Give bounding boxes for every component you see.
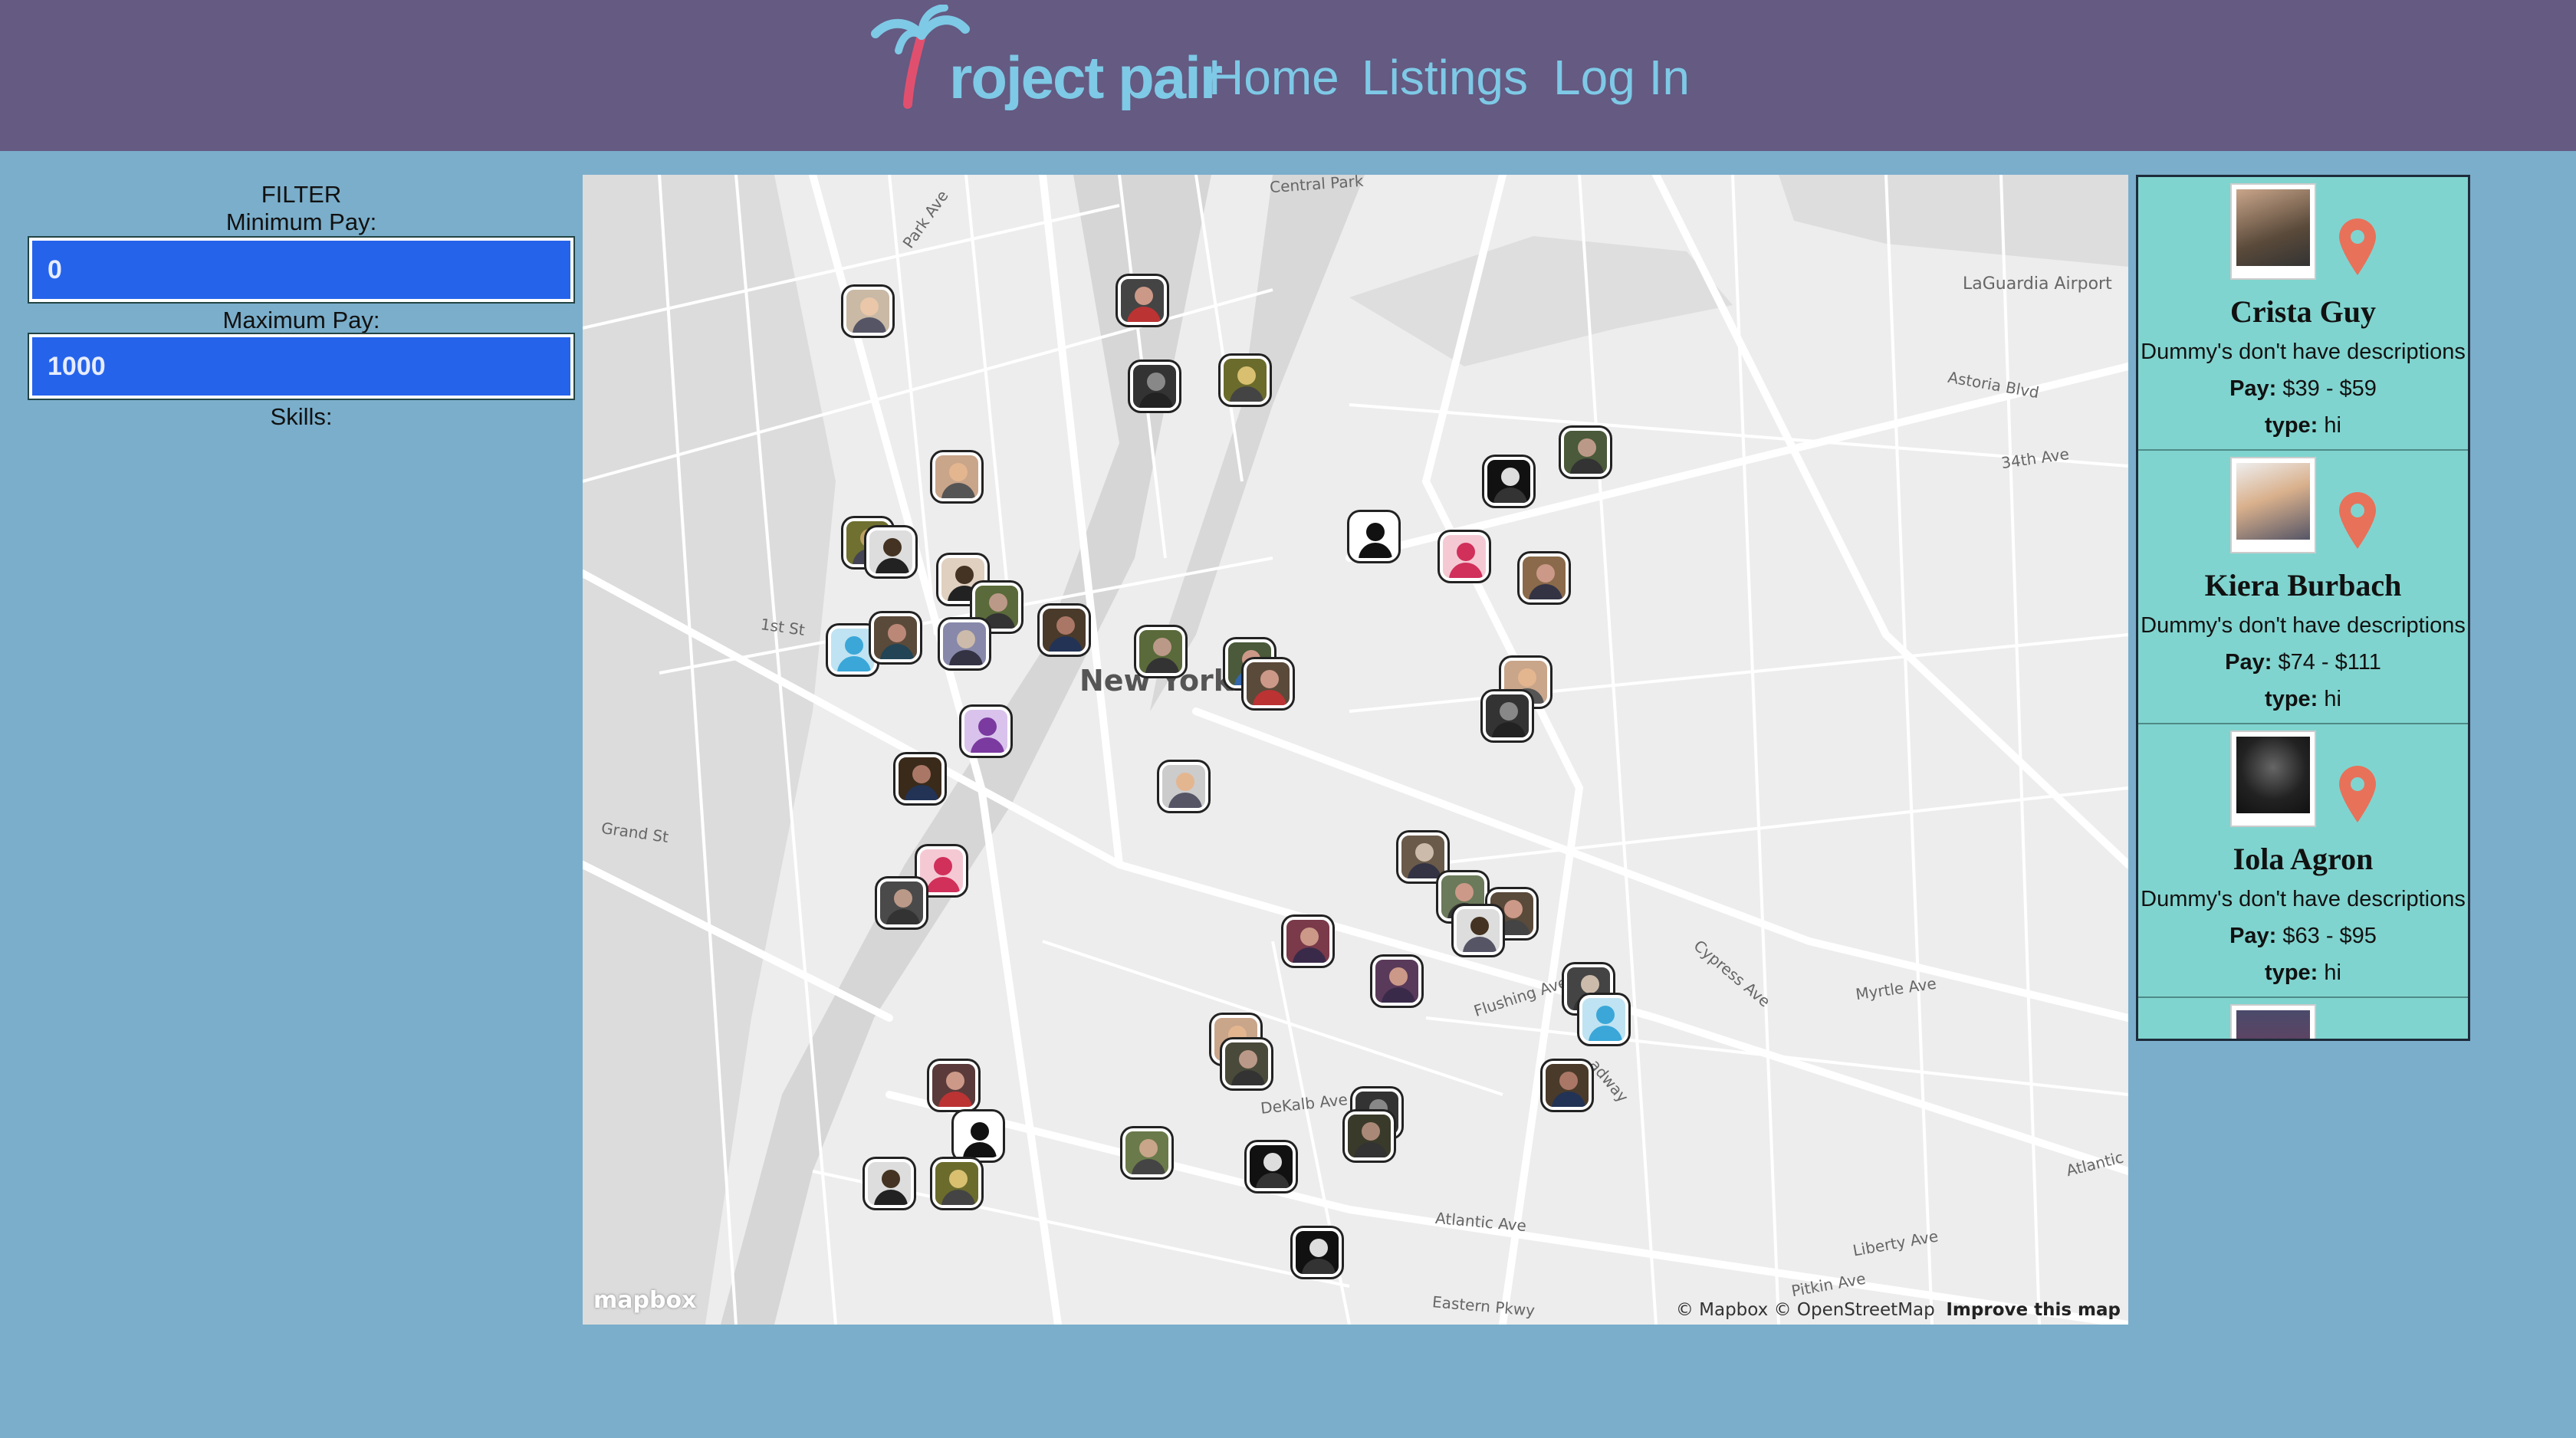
max-pay-label: Maximum Pay: bbox=[222, 307, 380, 333]
user-pin[interactable] bbox=[1222, 1039, 1271, 1088]
mapbox-logo[interactable]: mapbox bbox=[593, 1287, 696, 1314]
skills-label: Skills: bbox=[270, 403, 333, 430]
user-pin[interactable] bbox=[961, 707, 1010, 756]
listing-pay: Pay: $74 - $111 bbox=[2225, 650, 2381, 675]
map-label-laguardia: LaGuardia Airport bbox=[1963, 274, 2112, 294]
profile-photo bbox=[2230, 1004, 2316, 1039]
user-pin[interactable] bbox=[1561, 428, 1610, 477]
user-pin[interactable] bbox=[1454, 906, 1503, 955]
profile-photo bbox=[2230, 457, 2316, 553]
listings-panel[interactable]: Crista Guy Dummy's don't have descriptio… bbox=[2136, 175, 2470, 1041]
top-navbar: roject pair Home Listings Log In bbox=[0, 0, 2576, 151]
listing-type: type: hi bbox=[2265, 687, 2341, 711]
listing-name: Kiera Burbach bbox=[2204, 568, 2402, 602]
user-pin[interactable] bbox=[1520, 553, 1569, 602]
user-pin[interactable] bbox=[1579, 995, 1628, 1044]
improve-map-link[interactable]: Improve this map bbox=[1946, 1300, 2121, 1320]
nav-home-link[interactable]: Home bbox=[1208, 49, 1339, 106]
location-marker-icon[interactable] bbox=[2336, 215, 2379, 277]
user-pin[interactable] bbox=[1483, 691, 1532, 740]
user-pin[interactable] bbox=[828, 625, 877, 675]
listing-type: type: hi bbox=[2265, 960, 2341, 985]
user-pin[interactable] bbox=[1293, 1228, 1342, 1277]
user-pin[interactable] bbox=[895, 754, 945, 803]
nav-login-link[interactable]: Log In bbox=[1553, 49, 1690, 106]
user-pin[interactable] bbox=[1130, 362, 1179, 411]
nav-listings-link[interactable]: Listings bbox=[1362, 49, 1528, 106]
listing-pay: Pay: $63 - $95 bbox=[2229, 924, 2377, 948]
listing-card[interactable]: Crista Guy Dummy's don't have descriptio… bbox=[2138, 177, 2468, 451]
listing-card[interactable] bbox=[2138, 998, 2468, 1039]
listing-type: type: hi bbox=[2265, 413, 2341, 438]
min-pay-label: Minimum Pay: bbox=[225, 208, 377, 235]
user-pin[interactable] bbox=[1484, 457, 1533, 506]
user-pin[interactable] bbox=[1349, 512, 1398, 561]
listing-pay: Pay: $39 - $59 bbox=[2229, 376, 2377, 401]
user-pin[interactable] bbox=[865, 1159, 914, 1208]
listing-description: Dummy's don't have descriptions bbox=[2141, 340, 2466, 364]
user-pin[interactable] bbox=[932, 1159, 981, 1208]
user-pin[interactable] bbox=[1122, 1128, 1171, 1177]
listing-name: Iola Agron bbox=[2233, 842, 2374, 876]
user-pin[interactable] bbox=[1040, 606, 1089, 655]
location-marker-icon[interactable] bbox=[2336, 489, 2379, 550]
user-pin[interactable] bbox=[1118, 276, 1167, 325]
min-pay-input[interactable] bbox=[28, 236, 575, 304]
profile-photo bbox=[2230, 183, 2316, 280]
attribution-text[interactable]: © Mapbox © OpenStreetMap bbox=[1676, 1300, 1935, 1320]
user-pin[interactable] bbox=[1247, 1142, 1296, 1191]
user-pin[interactable] bbox=[1221, 356, 1270, 405]
filter-title: FILTER bbox=[261, 181, 342, 208]
user-pin[interactable] bbox=[866, 527, 915, 576]
map-view[interactable]: New York LaGuardia Airport Astoria Blvd … bbox=[583, 175, 2128, 1325]
user-pin[interactable] bbox=[871, 613, 920, 662]
user-pin[interactable] bbox=[877, 878, 926, 927]
user-pin[interactable] bbox=[1440, 532, 1489, 581]
user-pin[interactable] bbox=[954, 1111, 1003, 1161]
user-pin[interactable] bbox=[932, 452, 981, 501]
user-pin[interactable] bbox=[1283, 917, 1332, 966]
listing-description: Dummy's don't have descriptions bbox=[2141, 613, 2466, 638]
listing-name: Crista Guy bbox=[2230, 294, 2376, 329]
user-pin[interactable] bbox=[1398, 832, 1447, 882]
user-pin[interactable] bbox=[1372, 957, 1421, 1006]
listing-description: Dummy's don't have descriptions bbox=[2141, 887, 2466, 911]
profile-photo bbox=[2230, 730, 2316, 827]
user-pin[interactable] bbox=[940, 619, 989, 668]
location-marker-icon[interactable] bbox=[2336, 763, 2379, 824]
user-pin[interactable] bbox=[1543, 1061, 1592, 1110]
map-attribution: © Mapbox © OpenStreetMap Improve this ma… bbox=[1676, 1300, 2121, 1320]
user-pin[interactable] bbox=[1345, 1111, 1394, 1161]
listing-card[interactable]: Kiera Burbach Dummy's don't have descrip… bbox=[2138, 451, 2468, 724]
user-pin[interactable] bbox=[843, 287, 892, 336]
listing-card[interactable]: Iola Agron Dummy's don't have descriptio… bbox=[2138, 724, 2468, 998]
user-pin[interactable] bbox=[1159, 762, 1208, 811]
user-pin[interactable] bbox=[929, 1061, 978, 1110]
brand-name[interactable]: roject pair bbox=[949, 43, 1223, 113]
max-pay-input[interactable] bbox=[28, 333, 575, 400]
user-pin[interactable] bbox=[1136, 627, 1185, 676]
filter-panel: FILTER Minimum Pay: Maximum Pay: Skills: bbox=[28, 181, 575, 431]
user-pin[interactable] bbox=[1244, 659, 1293, 708]
